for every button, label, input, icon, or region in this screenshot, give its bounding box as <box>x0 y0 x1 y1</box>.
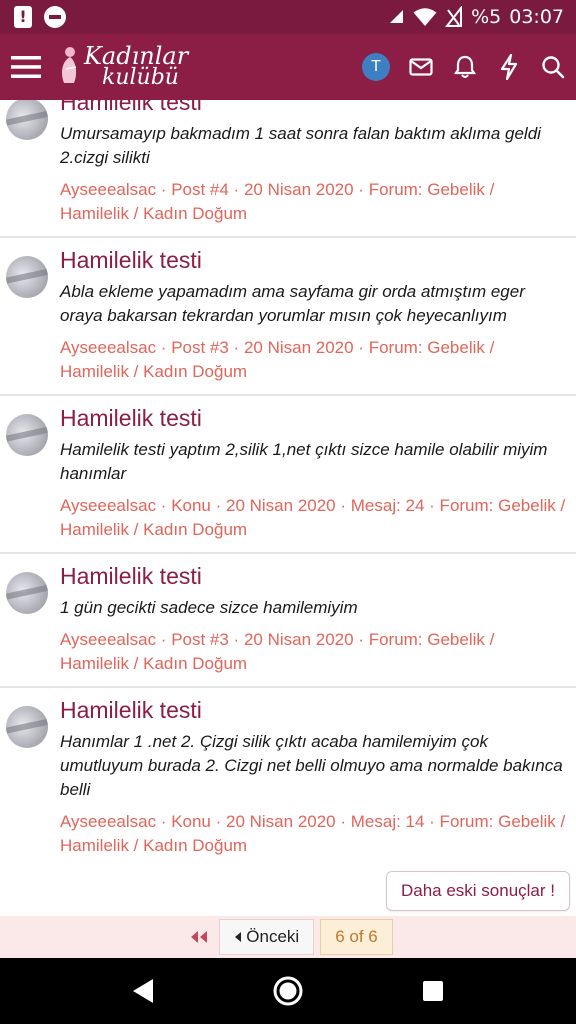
menu-button[interactable] <box>0 34 52 100</box>
result-item: Hamilelik testi Umursamayıp bakmadım 1 s… <box>0 100 576 238</box>
current-page-indicator[interactable]: 6 of 6 <box>320 919 393 955</box>
result-title[interactable]: Hamilelik testi <box>60 404 568 432</box>
result-title[interactable]: Hamilelik testi <box>60 246 568 274</box>
user-avatar[interactable]: T <box>362 53 390 81</box>
result-snippet: Umursamayıp bakmadım 1 saat sonra falan … <box>60 124 541 167</box>
result-snippet: Hanımlar 1 .net 2. Çizgi silik çıktı aca… <box>60 732 563 799</box>
result-meta[interactable]: Ayseeealsac · Konu · 20 Nisan 2020 · Mes… <box>60 810 568 858</box>
alerts-button[interactable] <box>452 54 478 80</box>
status-bar: %5 03:07 <box>0 0 576 34</box>
result-meta[interactable]: Ayseeealsac · Konu · 20 Nisan 2020 · Mes… <box>60 494 568 542</box>
logo-line1: Kadınlar <box>84 42 189 70</box>
recents-button[interactable] <box>413 971 453 1011</box>
result-title[interactable]: Hamilelik testi <box>60 562 568 590</box>
lightning-icon <box>500 54 518 80</box>
wifi-icon <box>413 8 437 26</box>
search-button[interactable] <box>540 54 566 80</box>
back-icon <box>132 979 153 1003</box>
result-item: Hamilelik testi 1 gün gecikti sadece siz… <box>0 554 576 688</box>
inbox-button[interactable] <box>408 54 434 80</box>
chevron-left-icon <box>235 932 242 942</box>
result-snippet: Hamilelik testi yaptım 2,silik 1,net çık… <box>60 440 548 483</box>
result-meta[interactable]: Ayseeealsac · Post #4 · 20 Nisan 2020 · … <box>60 178 568 226</box>
result-title[interactable]: Hamilelik testi <box>60 100 568 116</box>
result-item: Hamilelik testi Abla ekleme yapamadım am… <box>0 238 576 396</box>
previous-page-button[interactable]: Önceki <box>219 919 315 955</box>
member-avatar[interactable] <box>6 706 48 748</box>
first-page-button[interactable] <box>183 920 215 954</box>
older-results-bar: Daha eski sonuçlar ! <box>0 866 576 916</box>
search-icon <box>542 56 565 79</box>
mail-icon <box>409 58 433 76</box>
member-avatar[interactable] <box>6 572 48 614</box>
result-item: Hamilelik testi Hamilelik testi yaptım 2… <box>0 396 576 554</box>
clock: 03:07 <box>509 6 564 28</box>
signal-strength-icon <box>390 10 404 23</box>
app-header: Kadınlar kulübü T <box>0 34 576 100</box>
result-snippet: 1 gün gecikti sadece sizce hamilemiyim <box>60 598 358 617</box>
battery-text: %5 <box>471 6 502 28</box>
member-avatar[interactable] <box>6 100 48 140</box>
previous-label: Önceki <box>246 927 300 946</box>
home-button[interactable] <box>268 971 308 1011</box>
result-meta[interactable]: Ayseeealsac · Post #3 · 20 Nisan 2020 · … <box>60 628 568 676</box>
result-title[interactable]: Hamilelik testi <box>60 696 568 724</box>
result-meta[interactable]: Ayseeealsac · Post #3 · 20 Nisan 2020 · … <box>60 336 568 384</box>
older-results-button[interactable]: Daha eski sonuçlar ! <box>385 871 570 911</box>
menu-icon <box>11 56 41 78</box>
logo-line2: kulübü <box>102 65 179 90</box>
pagination: Önceki 6 of 6 <box>0 916 576 958</box>
no-sim-icon <box>445 6 463 27</box>
search-results: Hamilelik testi Umursamayıp bakmadım 1 s… <box>0 100 576 918</box>
member-avatar[interactable] <box>6 256 48 298</box>
member-avatar[interactable] <box>6 414 48 456</box>
system-nav-bar <box>0 958 576 1024</box>
alert-icon <box>14 6 32 28</box>
whats-new-button[interactable] <box>496 54 522 80</box>
double-chevron-left-icon <box>191 931 208 943</box>
result-item: Hamilelik testi Hanımlar 1 .net 2. Çizgi… <box>0 688 576 870</box>
home-icon <box>273 976 303 1006</box>
do-not-disturb-icon <box>44 6 66 28</box>
back-button[interactable] <box>123 971 163 1011</box>
site-logo[interactable]: Kadınlar kulübü <box>56 34 188 100</box>
bell-icon <box>454 55 476 78</box>
recents-icon <box>423 981 444 1001</box>
result-snippet: Abla ekleme yapamadım ama sayfama gir or… <box>60 282 525 325</box>
woman-figure-icon <box>62 47 77 83</box>
